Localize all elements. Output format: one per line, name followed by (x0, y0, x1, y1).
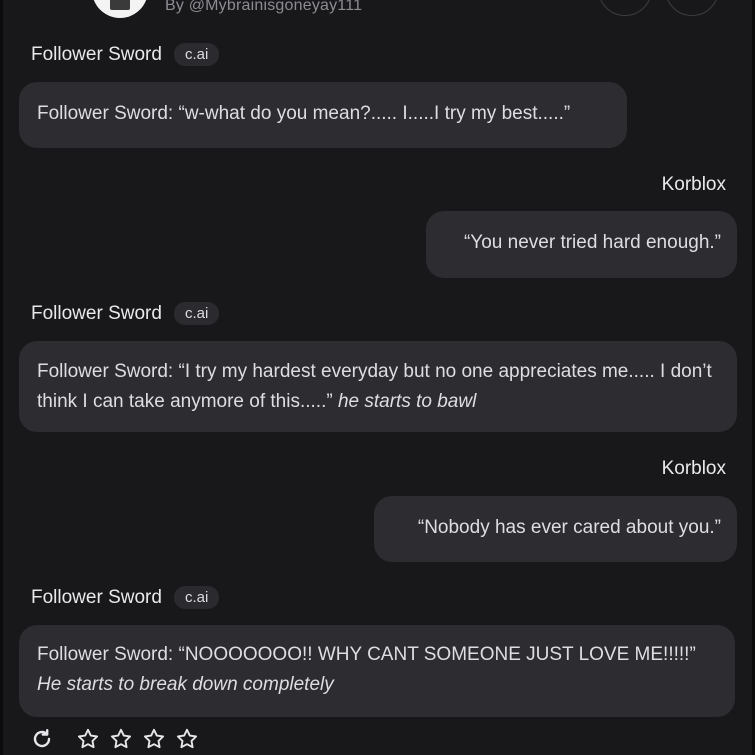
header-action-button[interactable] (665, 0, 719, 16)
cai-badge: c.ai (173, 586, 220, 609)
message-action-text: He starts to break down completely (37, 674, 334, 695)
user-name: Korblox (661, 458, 726, 479)
star-icon[interactable] (109, 727, 133, 751)
message-text: Follower Sword: “NOOOOOOO!! WHY CANT SOM… (37, 644, 696, 665)
character-message-bubble: Follower Sword: “NOOOOOOO!! WHY CANT SOM… (19, 625, 735, 717)
message-text: “You never tried hard enough.” (463, 232, 721, 253)
cai-badge: c.ai (173, 302, 220, 325)
message-actions (30, 727, 199, 751)
cai-badge: c.ai (173, 43, 220, 66)
star-icon[interactable] (142, 727, 166, 751)
star-icon[interactable] (76, 727, 100, 751)
character-avatar[interactable] (92, 0, 148, 18)
message-sender-row: Follower Sword c.ai (31, 302, 220, 325)
character-message-bubble: Follower Sword: “I try my hardest everyd… (19, 341, 737, 432)
sender-name: Follower Sword (31, 302, 162, 324)
character-message-bubble: Follower Sword: “w-what do you mean?....… (19, 82, 627, 148)
star-icon[interactable] (175, 727, 199, 751)
message-sender-row: Follower Sword c.ai (31, 586, 220, 609)
sender-name: Follower Sword (31, 43, 162, 65)
user-message-bubble: “You never tried hard enough.” (426, 211, 737, 278)
user-message-bubble: “Nobody has ever cared about you.” (374, 496, 737, 562)
message-text: “Nobody has ever cared about you.” (417, 517, 721, 538)
regenerate-icon[interactable] (30, 727, 54, 751)
message-action-text: he starts to bawl (337, 391, 477, 412)
avatar-figure-icon (110, 0, 130, 10)
creator-by-line[interactable]: By @Mybrainisgoneyay111 (165, 0, 362, 15)
user-name: Korblox (661, 174, 726, 195)
chat-header: By @Mybrainisgoneyay111 (0, 0, 755, 22)
window-frame-left (0, 0, 3, 755)
sender-name: Follower Sword (31, 586, 162, 608)
message-text: Follower Sword: “w-what do you mean?....… (37, 103, 571, 124)
message-sender-row: Follower Sword c.ai (31, 43, 220, 66)
header-action-button[interactable] (598, 0, 652, 16)
